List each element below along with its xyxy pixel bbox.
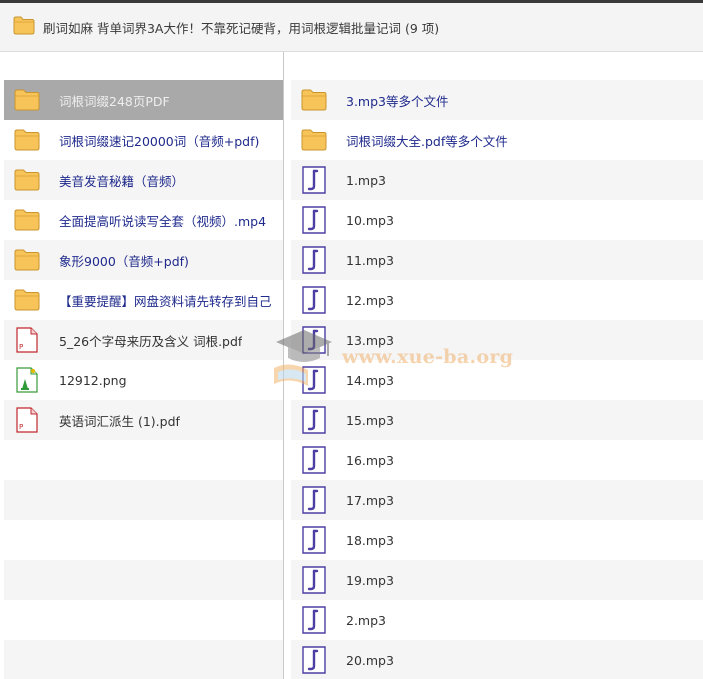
list-item[interactable]: 10.mp3 xyxy=(291,200,703,240)
list-item-label: 18.mp3 xyxy=(346,532,394,548)
image-file-icon xyxy=(13,366,41,394)
left-file-list: 词根词缀248页PDF 词根词缀速记20000词（音频+pdf) 美音发音秘籍（音频… xyxy=(4,80,283,679)
audio-file-icon xyxy=(300,286,328,314)
audio-file-icon xyxy=(300,646,328,674)
list-item-label: 17.mp3 xyxy=(346,492,394,508)
title-bar: 刷词如麻 背单词界3A大作！不靠死记硬背，用词根逻辑批量记词 (9 项) xyxy=(0,3,703,52)
list-item[interactable]: 12912.png xyxy=(4,360,283,400)
empty-row xyxy=(4,480,283,520)
audio-file-icon xyxy=(300,366,328,394)
audio-file-icon xyxy=(300,406,328,434)
audio-file-icon xyxy=(300,526,328,554)
list-item[interactable]: 20.mp3 xyxy=(291,640,703,679)
list-item[interactable]: 19.mp3 xyxy=(291,560,703,600)
list-item[interactable]: 16.mp3 xyxy=(291,440,703,480)
folder-icon xyxy=(300,126,328,154)
list-item-label: 1.mp3 xyxy=(346,172,386,188)
list-item-label: 全面提高听说读写全套（视频）.mp4 xyxy=(59,213,267,229)
list-item-label: 3.mp3等多个文件 xyxy=(346,93,449,109)
audio-file-icon xyxy=(300,326,328,354)
list-item[interactable]: 11.mp3 xyxy=(291,240,703,280)
column-divider[interactable] xyxy=(283,52,284,679)
list-item-label: 词根词缀248页PDF xyxy=(59,93,170,109)
audio-file-icon xyxy=(300,606,328,634)
list-item[interactable]: 18.mp3 xyxy=(291,520,703,560)
list-item-label: 11.mp3 xyxy=(346,252,394,268)
list-item-label: 英语词汇派生 (1).pdf xyxy=(59,413,180,429)
list-item-label: 词根词缀大全.pdf等多个文件 xyxy=(346,133,508,149)
list-item[interactable]: 美音发音秘籍（音频） xyxy=(4,160,283,200)
folder-icon xyxy=(13,86,41,114)
list-item-label: 16.mp3 xyxy=(346,452,394,468)
folder-icon xyxy=(13,166,41,194)
list-item-label: 15.mp3 xyxy=(346,412,394,428)
empty-row xyxy=(4,520,283,560)
pdf-file-icon: P xyxy=(13,406,41,434)
list-item-label: 10.mp3 xyxy=(346,212,394,228)
list-item-label: 2.mp3 xyxy=(346,612,386,628)
folder-icon xyxy=(13,206,41,234)
list-item-label: 【重要提醒】网盘资料请先转存到自己 xyxy=(59,293,272,309)
list-item-label: 词根词缀速记20000词（音频+pdf) xyxy=(59,133,260,149)
right-file-list: 3.mp3等多个文件词根词缀大全.pdf等多个文件 1.mp3 10.mp3 11.m… xyxy=(291,80,703,679)
list-item-label: 美音发音秘籍（音频） xyxy=(59,173,185,189)
audio-file-icon xyxy=(300,206,328,234)
list-item[interactable]: 1.mp3 xyxy=(291,160,703,200)
list-item[interactable]: 词根词缀248页PDF xyxy=(4,80,283,120)
audio-file-icon xyxy=(300,246,328,274)
svg-text:P: P xyxy=(19,343,23,351)
list-item[interactable]: 全面提高听说读写全套（视频）.mp4 xyxy=(4,200,283,240)
audio-file-icon xyxy=(300,566,328,594)
list-item[interactable]: 14.mp3 xyxy=(291,360,703,400)
folder-icon xyxy=(13,16,35,39)
empty-row xyxy=(4,640,283,679)
list-item[interactable]: 12.mp3 xyxy=(291,280,703,320)
empty-row xyxy=(4,560,283,600)
list-item[interactable]: 15.mp3 xyxy=(291,400,703,440)
audio-file-icon xyxy=(300,486,328,514)
list-item[interactable]: P 5_26个字母来历及含义 词根.pdf xyxy=(4,320,283,360)
window-title: 刷词如麻 背单词界3A大作！不靠死记硬背，用词根逻辑批量记词 (9 项) xyxy=(43,20,440,36)
folder-icon xyxy=(13,246,41,274)
list-item-label: 19.mp3 xyxy=(346,572,394,588)
list-item[interactable]: 【重要提醒】网盘资料请先转存到自己 xyxy=(4,280,283,320)
list-item-label: 12912.png xyxy=(59,372,127,388)
list-item[interactable]: 词根词缀大全.pdf等多个文件 xyxy=(291,120,703,160)
empty-row xyxy=(4,440,283,480)
list-item-label: 20.mp3 xyxy=(346,652,394,668)
list-item-label: 象形9000（音频+pdf) xyxy=(59,253,189,269)
folder-icon xyxy=(300,86,328,114)
list-item-label: 12.mp3 xyxy=(346,292,394,308)
folder-icon xyxy=(13,286,41,314)
list-item[interactable]: 3.mp3等多个文件 xyxy=(291,80,703,120)
list-item[interactable]: 词根词缀速记20000词（音频+pdf) xyxy=(4,120,283,160)
audio-file-icon xyxy=(300,446,328,474)
empty-row xyxy=(4,600,283,640)
list-item[interactable]: P 英语词汇派生 (1).pdf xyxy=(4,400,283,440)
list-item[interactable]: 象形9000（音频+pdf) xyxy=(4,240,283,280)
audio-file-icon xyxy=(300,166,328,194)
svg-text:P: P xyxy=(19,423,23,431)
list-item[interactable]: 17.mp3 xyxy=(291,480,703,520)
list-item-label: 14.mp3 xyxy=(346,372,394,388)
list-item[interactable]: 13.mp3 xyxy=(291,320,703,360)
pdf-file-icon: P xyxy=(13,326,41,354)
list-item-label: 13.mp3 xyxy=(346,332,394,348)
list-item[interactable]: 2.mp3 xyxy=(291,600,703,640)
folder-icon xyxy=(13,126,41,154)
list-item-label: 5_26个字母来历及含义 词根.pdf xyxy=(59,333,243,349)
